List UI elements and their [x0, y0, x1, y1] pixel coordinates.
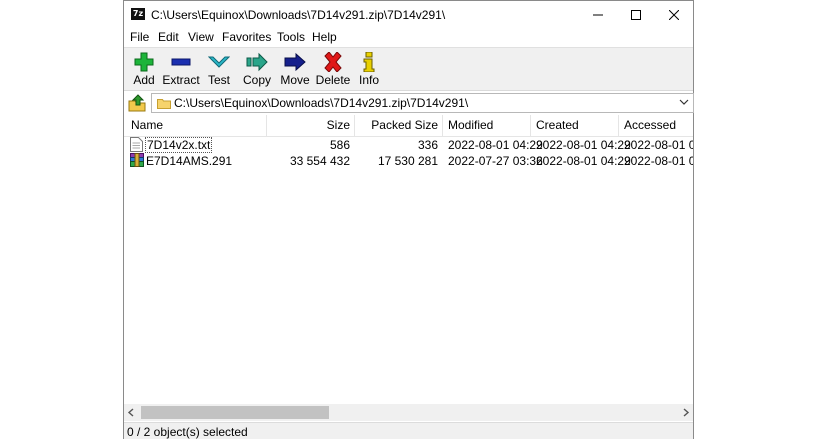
column-created[interactable]: Created [536, 118, 579, 135]
copy-label: Copy [242, 73, 271, 87]
minus-icon [171, 58, 191, 66]
title-bar[interactable]: 7z C:\Users\Equinox\Downloads\7D14v291.z… [124, 1, 693, 29]
delete-label: Delete [315, 73, 351, 87]
table-row[interactable]: 7D14v2x.txt 586 336 2022-08-01 04:29 202… [124, 137, 693, 153]
folder-icon [157, 99, 171, 109]
status-bar: 0 / 2 object(s) selected [124, 422, 693, 439]
menu-view[interactable]: View [188, 30, 214, 44]
test-button[interactable]: Test [199, 50, 239, 90]
column-header-row: Name Size Packed Size Modified Created A… [124, 115, 693, 137]
app-window: 7z C:\Users\Equinox\Downloads\7D14v291.z… [123, 0, 694, 439]
extract-button[interactable]: Extract [161, 50, 201, 90]
move-label: Move [280, 73, 310, 87]
column-modified[interactable]: Modified [448, 118, 493, 135]
scrollbar-thumb[interactable] [141, 406, 329, 419]
file-packed-size: 336 [417, 138, 438, 152]
address-bar: C:\Users\Equinox\Downloads\7D14v291.zip\… [124, 91, 694, 115]
info-label: Info [358, 73, 379, 87]
column-name[interactable]: Name [131, 118, 163, 135]
horizontal-scrollbar[interactable] [124, 404, 693, 421]
checkmark-icon [208, 56, 230, 68]
chevron-left-icon[interactable] [127, 408, 135, 417]
chevron-right-icon[interactable] [682, 408, 690, 417]
extract-label: Extract [162, 73, 200, 87]
info-icon [363, 52, 375, 72]
column-size[interactable]: Size [267, 118, 350, 135]
column-separator[interactable] [530, 115, 531, 136]
add-button[interactable]: Add [124, 50, 164, 90]
menu-tools[interactable]: Tools [277, 30, 305, 44]
close-button[interactable] [655, 1, 693, 29]
minimize-button[interactable] [579, 1, 617, 29]
file-packed-size: 17 530 281 [377, 154, 438, 168]
file-size: 33 554 432 [289, 154, 350, 168]
file-accessed: 2022-08-01 04:29 [624, 154, 693, 168]
up-folder-button[interactable] [128, 94, 146, 112]
maximize-icon [631, 10, 641, 20]
plus-icon [134, 52, 154, 72]
file-size: 586 [329, 138, 350, 152]
copy-button[interactable]: Copy [237, 50, 277, 90]
menu-favorites[interactable]: Favorites [222, 30, 271, 44]
file-list: Name Size Packed Size Modified Created A… [124, 115, 693, 404]
menu-edit[interactable]: Edit [158, 30, 179, 44]
add-label: Add [133, 73, 155, 87]
file-name: E7D14AMS.291 [146, 154, 233, 168]
file-name: 7D14v2x.txt [145, 137, 213, 153]
menu-bar: File Edit View Favorites Tools Help [124, 29, 693, 47]
file-created: 2022-08-01 04:29 [536, 154, 631, 168]
maximize-button[interactable] [617, 1, 655, 29]
column-separator[interactable] [618, 115, 619, 136]
address-input[interactable]: C:\Users\Equinox\Downloads\7D14v291.zip\… [151, 93, 694, 113]
file-accessed: 2022-08-01 04:29 [624, 138, 693, 152]
close-icon [669, 10, 679, 20]
move-arrow-icon [284, 52, 306, 72]
column-accessed[interactable]: Accessed [624, 118, 676, 135]
file-name-text: 7D14v2x.txt [145, 137, 213, 153]
menu-help[interactable]: Help [312, 30, 337, 44]
selection-status: 0 / 2 object(s) selected [127, 425, 248, 439]
column-packed-size[interactable]: Packed Size [355, 118, 438, 135]
copy-arrow-icon [246, 52, 268, 72]
delete-button[interactable]: Delete [313, 50, 353, 90]
up-folder-icon [128, 94, 146, 112]
text-file-icon [130, 137, 143, 152]
delete-x-icon [324, 52, 342, 72]
minimize-icon [593, 14, 603, 16]
window-title: C:\Users\Equinox\Downloads\7D14v291.zip\… [151, 8, 446, 22]
menu-file[interactable]: File [130, 30, 149, 44]
archive-file-icon [130, 153, 144, 167]
file-created: 2022-08-01 04:29 [536, 138, 631, 152]
chevron-down-icon[interactable] [679, 97, 689, 107]
move-button[interactable]: Move [275, 50, 315, 90]
address-path: C:\Users\Equinox\Downloads\7D14v291.zip\… [174, 96, 469, 110]
info-button[interactable]: Info [349, 50, 389, 90]
app-logo-icon: 7z [131, 8, 145, 20]
table-row[interactable]: E7D14AMS.291 33 554 432 17 530 281 2022-… [124, 153, 693, 169]
file-modified: 2022-08-01 04:29 [448, 138, 543, 152]
file-modified: 2022-07-27 03:36 [448, 154, 543, 168]
toolbar: Add Extract Test Copy Move Delete Info [124, 47, 693, 91]
column-separator[interactable] [442, 115, 443, 136]
test-label: Test [207, 73, 230, 87]
